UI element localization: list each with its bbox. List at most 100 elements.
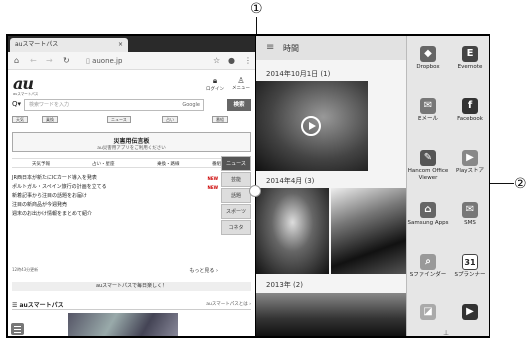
app-email[interactable]: ✉ Eメール	[407, 98, 449, 123]
gallery-header: ≡ 時間	[256, 36, 406, 60]
app-video[interactable]: ▶	[449, 304, 489, 322]
overflow-menu-icon[interactable]: ⋮	[244, 52, 252, 70]
app-evernote[interactable]: E Evernote	[449, 46, 489, 71]
promo-carousel[interactable]	[68, 313, 178, 336]
gnav-item[interactable]: 天気	[12, 116, 28, 123]
play-icon: ▶	[462, 304, 478, 320]
app-facebook[interactable]: f Facebook	[449, 98, 489, 123]
mic-icon[interactable]: ●	[228, 52, 235, 70]
search-row: Q▾ 検索ワードを入力 Google 検索	[12, 99, 251, 111]
back-icon[interactable]: ←	[30, 52, 37, 70]
app-drawer: ◆ Dropbox E Evernote ✉ Eメール f Facebook ✎ Hanc…	[406, 36, 489, 336]
url-bar: ⌂ ← → ↻ ▯ auone.jp ☆ ● ⋮	[8, 52, 255, 70]
gallery-group-label: 2014年4月 (3)	[266, 177, 315, 185]
login-link[interactable]: 🔒︎ ログイン	[204, 76, 226, 92]
forward-icon[interactable]: →	[46, 52, 53, 70]
tablet-screen: auスマートパス × ⌂ ← → ↻ ▯ auone.jp ☆ ● ⋮ au a…	[6, 34, 490, 338]
disaster-board-banner[interactable]: 災害用伝言板 au災害用アプリをご利用ください	[12, 132, 251, 152]
browser-tab[interactable]: auスマートパス ×	[10, 38, 128, 52]
app-splanner[interactable]: 31 Sプランナー	[449, 254, 489, 279]
menu-icon[interactable]	[11, 323, 24, 335]
web-page: au auスマートパス 🔒︎ ログイン ♙ メニュー Q▾ 検索ワードを入力 Goog…	[8, 70, 255, 336]
smartpass-link[interactable]: auスマートパスとは ›	[206, 301, 251, 307]
app-sfinder[interactable]: ⌕ Sファインダー	[407, 254, 449, 279]
smartpass-title: ☰ auスマートパス	[12, 302, 64, 309]
service-link[interactable]: 占い・星座	[92, 161, 115, 167]
manual-figure: ① ② auスマートパス × ⌂ ← → ↻ ▯ auone.jp ☆ ● ⋮	[0, 0, 532, 340]
hancom-icon: ✎	[420, 150, 436, 166]
drawer-scrollbar[interactable]	[489, 72, 490, 192]
tab-sports[interactable]: スポーツ	[221, 204, 251, 219]
gallery-window: ≡ 時間 2014年10月1日 (1) 2014年4月 (3) 2013年 (2…	[256, 36, 406, 336]
gnav-item[interactable]: 番組	[212, 116, 228, 123]
more-link[interactable]: もっと見る ›	[12, 267, 218, 274]
email-icon: ✉	[420, 98, 436, 114]
service-links: 天気予報 占い・星座 乗換・路線 番組表	[12, 158, 251, 168]
url-text: auone.jp	[92, 57, 123, 65]
bookmark-icon[interactable]: ☆	[213, 52, 220, 70]
news-item[interactable]: 週末のお出かけ情報をまとめて紹介	[12, 210, 218, 219]
news-item[interactable]: JR西日本が新たにICカード導入を発表 NEW	[12, 174, 218, 183]
split-view-handle[interactable]	[249, 185, 261, 197]
person-icon: ♙	[237, 76, 245, 85]
search-button[interactable]: 検索	[227, 99, 251, 111]
gallery-group-label: 2013年 (2)	[266, 281, 303, 289]
browser-window[interactable]: auスマートパス × ⌂ ← → ↻ ▯ auone.jp ☆ ● ⋮ au a…	[8, 36, 255, 336]
app-sms[interactable]: ✉ SMS	[449, 202, 489, 227]
app-play-store[interactable]: ▶ Playストア	[449, 150, 489, 175]
url-field[interactable]: ▯ auone.jp	[86, 55, 186, 67]
news-item[interactable]: ポルトガル・スペイン旅行の計画を立てる NEW	[12, 183, 218, 192]
service-link[interactable]: 乗換・路線	[157, 161, 180, 167]
news-list: JR西日本が新たにICカード導入を発表 NEW ポルトガル・スペイン旅行の計画を立…	[12, 174, 218, 219]
au-logo[interactable]: au	[13, 74, 34, 93]
splanner-icon: 31	[462, 254, 478, 270]
hamburger-menu-icon[interactable]: ≡	[266, 42, 274, 53]
drawer-edit-icon[interactable]: ⊥	[443, 329, 449, 336]
lock-icon: 🔒︎	[212, 76, 218, 85]
board-title: 災害用伝言板	[113, 138, 150, 145]
search-input[interactable]: 検索ワードを入力 Google	[24, 99, 204, 111]
sfinder-icon: ⌕	[420, 254, 436, 270]
promo-banner[interactable]: auスマートパスで毎日楽しく！	[12, 282, 251, 291]
reload-icon[interactable]: ↻	[63, 52, 70, 70]
photo-thumbnail[interactable]	[256, 293, 406, 336]
tab-topics[interactable]: 話題	[221, 188, 251, 203]
menu-link[interactable]: ♙ メニュー	[228, 76, 254, 91]
play-icon[interactable]	[301, 116, 321, 136]
photo-thumbnail[interactable]	[331, 188, 406, 274]
dropbox-icon: ◆	[420, 46, 436, 62]
search-icon[interactable]: Q▾	[12, 100, 21, 108]
tab-title: auスマートパス	[15, 41, 59, 48]
gnav-item[interactable]: 占い	[162, 116, 178, 123]
app-samsung-apps[interactable]: ⌂ Samsung Apps	[407, 202, 449, 227]
app-dropbox[interactable]: ◆ Dropbox	[407, 46, 449, 71]
global-nav: 天気 乗換 ニュース 占い 番組	[12, 116, 251, 124]
video-thumbnail[interactable]	[256, 81, 368, 171]
facebook-icon: f	[462, 98, 478, 114]
news-item[interactable]: 注目の新商品が今週発売	[12, 201, 218, 210]
service-link[interactable]: 天気予報	[32, 161, 50, 167]
callout-2-leader	[490, 183, 514, 184]
news-category-tabs: ニュース 芸能 話題 スポーツ コネタ	[221, 156, 251, 236]
logo-subtitle: auスマートパス	[13, 92, 39, 96]
board-subtitle: au災害用アプリをご利用ください	[97, 146, 166, 151]
photo-thumbnail[interactable]	[256, 188, 329, 274]
gallery-group-label: 2014年10月1日 (1)	[266, 70, 331, 78]
gallery-title: 時間	[283, 44, 299, 53]
callout-2: ②	[514, 176, 527, 192]
gnav-item[interactable]: 乗換	[42, 116, 58, 123]
smartpass-header: ☰ auスマートパス auスマートパスとは ›	[12, 300, 251, 310]
sms-icon: ✉	[462, 202, 478, 218]
evernote-icon: E	[462, 46, 478, 62]
callout-1: ①	[250, 1, 263, 17]
tab-entertainment[interactable]: 芸能	[221, 172, 251, 187]
gnav-item[interactable]: ニュース	[107, 116, 131, 123]
app-hancom-office-viewer[interactable]: ✎ Hancom Office Viewer	[407, 150, 449, 181]
tab-close-icon[interactable]: ×	[118, 38, 123, 52]
app-unknown[interactable]: ◪	[407, 304, 449, 322]
home-icon[interactable]: ⌂	[14, 52, 19, 70]
tab-koneta[interactable]: コネタ	[221, 220, 251, 235]
news-item[interactable]: 新着記事から注目の話題をお届け	[12, 192, 218, 201]
app-icon: ◪	[420, 304, 436, 320]
tab-news[interactable]: ニュース	[221, 156, 251, 171]
